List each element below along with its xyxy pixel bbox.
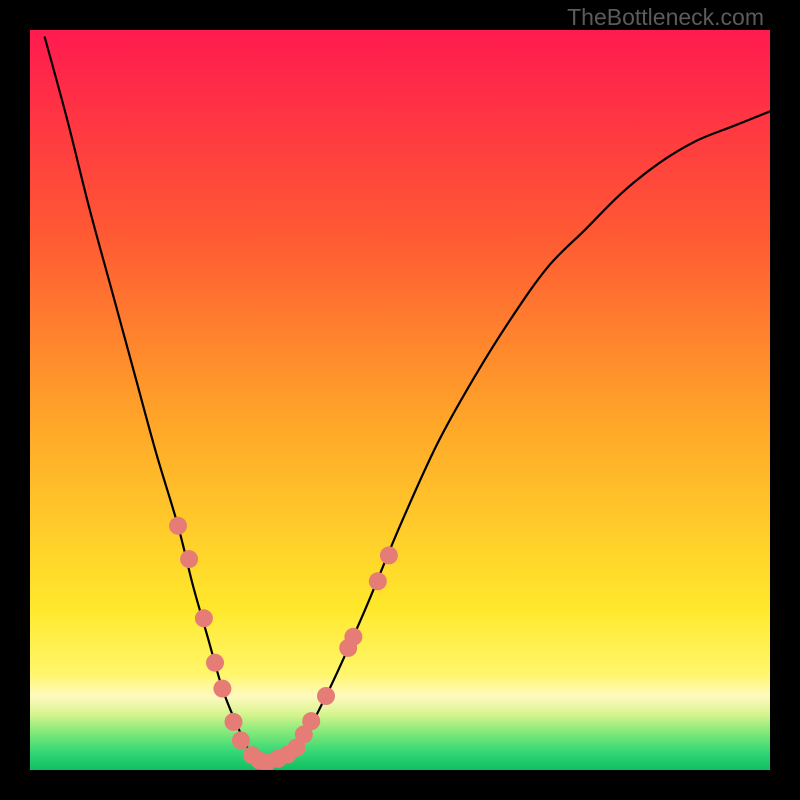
marker-dot [380,546,398,564]
marker-dot [206,654,224,672]
marker-dot [232,731,250,749]
frame-left [0,0,30,800]
frame-right [770,0,800,800]
frame-bottom [0,770,800,800]
marker-dot [302,712,320,730]
chart-stage: TheBottleneck.com [0,0,800,800]
plot-area [30,30,770,770]
marker-dot [317,687,335,705]
watermark-text: TheBottleneck.com [567,4,764,31]
marker-dot [180,550,198,568]
marker-dot [169,517,187,535]
chart-svg [30,30,770,770]
marker-dot [195,609,213,627]
marker-dot [369,572,387,590]
marker-dot [344,628,362,646]
marker-dot [213,680,231,698]
marker-dot [225,713,243,731]
